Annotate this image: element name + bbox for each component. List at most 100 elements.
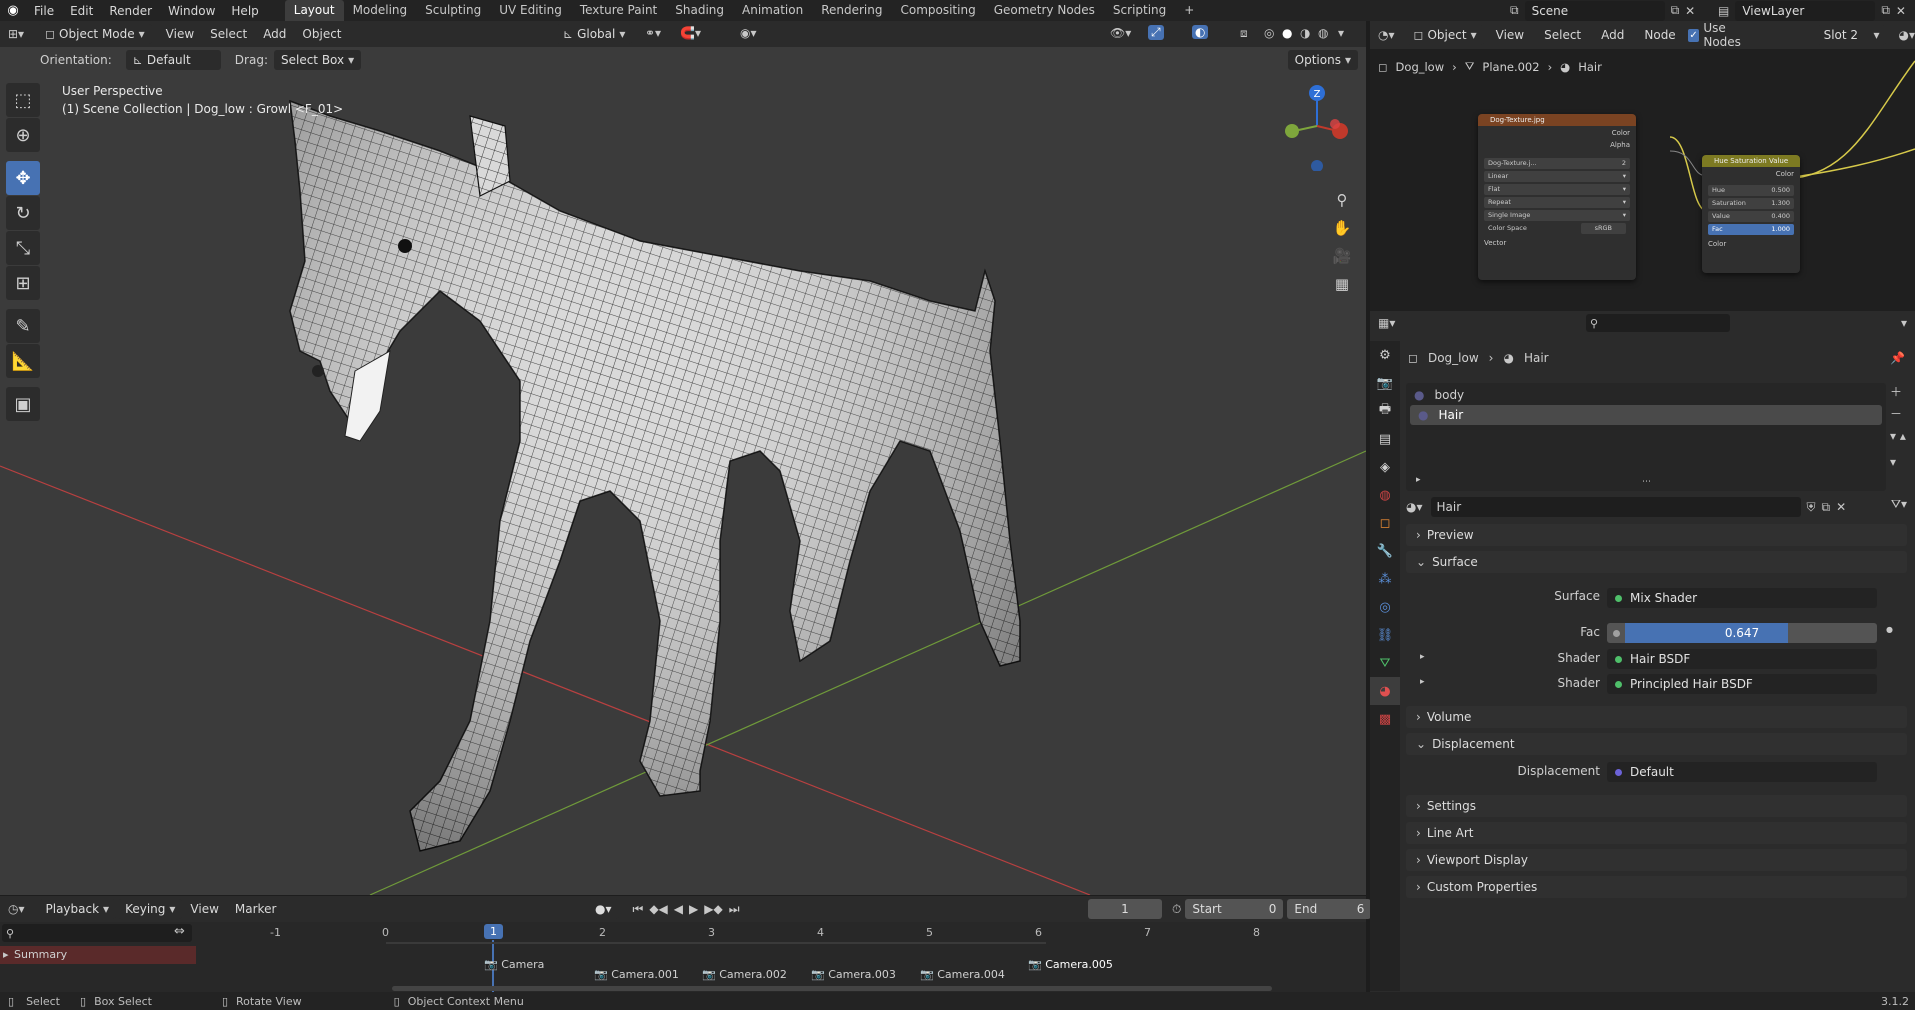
camera-marker[interactable]: 📷 Camera.001: [594, 968, 679, 981]
menu-file[interactable]: File: [26, 0, 62, 22]
material-name-field[interactable]: Hair: [1430, 497, 1801, 517]
transform-tool-icon[interactable]: ⊞: [6, 266, 40, 300]
current-frame-marker[interactable]: 1: [484, 924, 503, 939]
material-browse-icon[interactable]: ◕▾: [1406, 500, 1423, 514]
properties-search[interactable]: ⚲: [1586, 314, 1730, 332]
zoom-icon[interactable]: ⚲: [1328, 186, 1356, 214]
add-cube-tool-icon[interactable]: ▣: [6, 387, 40, 421]
move-slot-down-icon[interactable]: ▾: [1890, 455, 1896, 473]
jump-end-icon[interactable]: ⏭: [729, 902, 740, 917]
panel-surface[interactable]: ⌄ Surface: [1406, 551, 1907, 573]
tab-texture-paint[interactable]: Texture Paint: [571, 0, 666, 21]
ortho-grid-icon[interactable]: ▦: [1328, 270, 1356, 298]
panel-volume[interactable]: › Volume: [1406, 706, 1907, 728]
timeline-scrollbar[interactable]: [392, 986, 1272, 991]
saturation-field[interactable]: Saturation 1.300: [1708, 198, 1794, 209]
tab-scripting[interactable]: Scripting: [1104, 0, 1175, 21]
viewport-scene[interactable]: [0, 21, 1366, 895]
tab-compositing[interactable]: Compositing: [891, 0, 984, 21]
world-tab-icon[interactable]: ◍: [1370, 481, 1400, 509]
tl-menu-view[interactable]: View: [182, 898, 226, 920]
fac-field[interactable]: Fac 1.000: [1708, 224, 1794, 235]
rendered-shading-icon[interactable]: ◍: [1318, 26, 1328, 40]
panel-settings[interactable]: › Settings: [1406, 795, 1907, 817]
source-dropdown[interactable]: Single Image ▾: [1484, 210, 1630, 221]
current-frame-field[interactable]: 1: [1088, 899, 1162, 919]
playback-menu[interactable]: Playback ▾: [38, 899, 117, 919]
new-view-layer-icon[interactable]: ⧉: [1881, 3, 1890, 18]
vp-menu-view[interactable]: View: [158, 23, 202, 45]
drag-dropdown[interactable]: Select Box ▾: [273, 50, 362, 70]
data-tab-icon[interactable]: ⛛: [1370, 649, 1400, 677]
options-dropdown[interactable]: Options ▾: [1287, 50, 1358, 70]
delete-view-layer-icon[interactable]: ✕: [1896, 4, 1906, 18]
object-mode-dropdown[interactable]: ◻ Object Mode ▾: [38, 24, 152, 44]
annotate-tool-icon[interactable]: ✎: [6, 309, 40, 343]
output-alpha-socket[interactable]: Alpha: [1478, 140, 1636, 150]
texture-tab-icon[interactable]: ▩: [1370, 705, 1400, 733]
transform-orientation-dropdown[interactable]: ⊾ Global ▾: [556, 24, 633, 44]
timeline-body[interactable]: ⚲ ⇔ ▸ Summary -1 0 1 2 3 4 5 6 7 8 📷 Cam…: [0, 922, 1366, 996]
new-scene-icon[interactable]: ⧉: [1671, 3, 1680, 18]
interpolation-dropdown[interactable]: Linear ▾: [1484, 171, 1630, 182]
physics-tab-icon[interactable]: ◎: [1370, 593, 1400, 621]
tab-uv-editing[interactable]: UV Editing: [490, 0, 571, 21]
menu-help[interactable]: Help: [223, 0, 266, 22]
end-frame-field[interactable]: End 6: [1287, 899, 1372, 919]
output-color-socket[interactable]: Color: [1478, 126, 1636, 140]
overlay-toggle-icon[interactable]: ◐: [1192, 25, 1209, 39]
timeline-frames[interactable]: -1 0 1 2 3 4 5 6 7 8 📷 Camera 📷 Camera.0…: [196, 922, 1366, 996]
extension-dropdown[interactable]: Repeat ▾: [1484, 197, 1630, 208]
shader2-field[interactable]: Principled Hair BSDF: [1607, 674, 1877, 694]
pivot-icon[interactable]: ⚭▾: [645, 26, 661, 40]
gizmo-toggle-icon[interactable]: ⤢: [1148, 25, 1164, 40]
dog-mesh[interactable]: [289, 99, 1021, 852]
render-tab-icon[interactable]: 📷: [1370, 369, 1400, 397]
swap-icon[interactable]: ⇔: [174, 924, 185, 939]
shading-options-icon[interactable]: ▾: [1338, 26, 1344, 40]
slot-menu-icon[interactable]: ▾: [1890, 429, 1896, 455]
tool-tab-icon[interactable]: ⚙: [1370, 341, 1400, 369]
expand-arrow-icon[interactable]: ▸: [1420, 677, 1425, 687]
shader1-field[interactable]: Hair BSDF: [1607, 649, 1877, 669]
tl-menu-marker[interactable]: Marker: [227, 898, 284, 920]
input-vector-socket[interactable]: Vector: [1478, 236, 1636, 250]
panel-viewport-display[interactable]: › Viewport Display: [1406, 849, 1907, 871]
value-field[interactable]: Value 0.400: [1708, 211, 1794, 222]
camera-marker[interactable]: 📷 Camera.004: [920, 968, 1005, 981]
image-texture-node[interactable]: Dog-Texture.jpg Color Alpha Dog-Texture.…: [1478, 114, 1636, 280]
camera-marker[interactable]: 📷 Camera.005: [1028, 958, 1113, 971]
remove-slot-icon[interactable]: －: [1890, 405, 1902, 429]
modifier-tab-icon[interactable]: 🔧: [1370, 537, 1400, 565]
tab-animation[interactable]: Animation: [733, 0, 812, 21]
jump-start-icon[interactable]: ⏮: [633, 902, 644, 917]
cursor-tool-icon[interactable]: ⊕: [6, 118, 40, 152]
camera-marker[interactable]: 📷 Camera.003: [811, 968, 896, 981]
move-tool-icon[interactable]: ✥: [6, 161, 40, 195]
material-datablock[interactable]: ◕▾ Hair ⛨ ⧉ ✕: [1406, 496, 1876, 518]
texture-node-header[interactable]: Dog-Texture.jpg: [1478, 114, 1636, 126]
editor-type-icon[interactable]: ▦▾: [1378, 316, 1395, 330]
timeline-search[interactable]: ⚲: [2, 924, 192, 942]
start-frame-field[interactable]: Start 0: [1185, 899, 1284, 919]
jump-keyframe-back-icon[interactable]: ◆◀: [649, 902, 667, 916]
tab-geometry-nodes[interactable]: Geometry Nodes: [985, 0, 1104, 21]
blender-logo-icon[interactable]: ◉: [0, 3, 26, 18]
panel-displacement[interactable]: ⌄ Displacement: [1406, 733, 1907, 755]
play-reverse-icon[interactable]: ◀: [674, 902, 683, 916]
camera-marker[interactable]: 📷 Camera.002: [702, 968, 787, 981]
keying-menu[interactable]: Keying ▾: [118, 899, 183, 919]
play-icon[interactable]: ▶: [689, 902, 698, 916]
rotate-tool-icon[interactable]: ↻: [6, 196, 40, 230]
tab-sculpting[interactable]: Sculpting: [416, 0, 490, 21]
unlink-material-icon[interactable]: ✕: [1836, 500, 1846, 514]
material-slot-item-selected[interactable]: ● Hair: [1410, 405, 1882, 425]
panel-custom-properties[interactable]: › Custom Properties: [1406, 876, 1907, 898]
solid-shading-icon[interactable]: ●: [1282, 26, 1292, 40]
hsv-node-header[interactable]: Hue Saturation Value: [1702, 155, 1800, 167]
menu-render[interactable]: Render: [101, 0, 160, 22]
snap-icon[interactable]: 🧲▾: [680, 26, 701, 40]
wireframe-shading-icon[interactable]: ◎: [1264, 26, 1274, 40]
pan-hand-icon[interactable]: ✋: [1328, 214, 1356, 242]
hue-saturation-node[interactable]: Hue Saturation Value Color Hue 0.500 Satu…: [1702, 155, 1800, 273]
